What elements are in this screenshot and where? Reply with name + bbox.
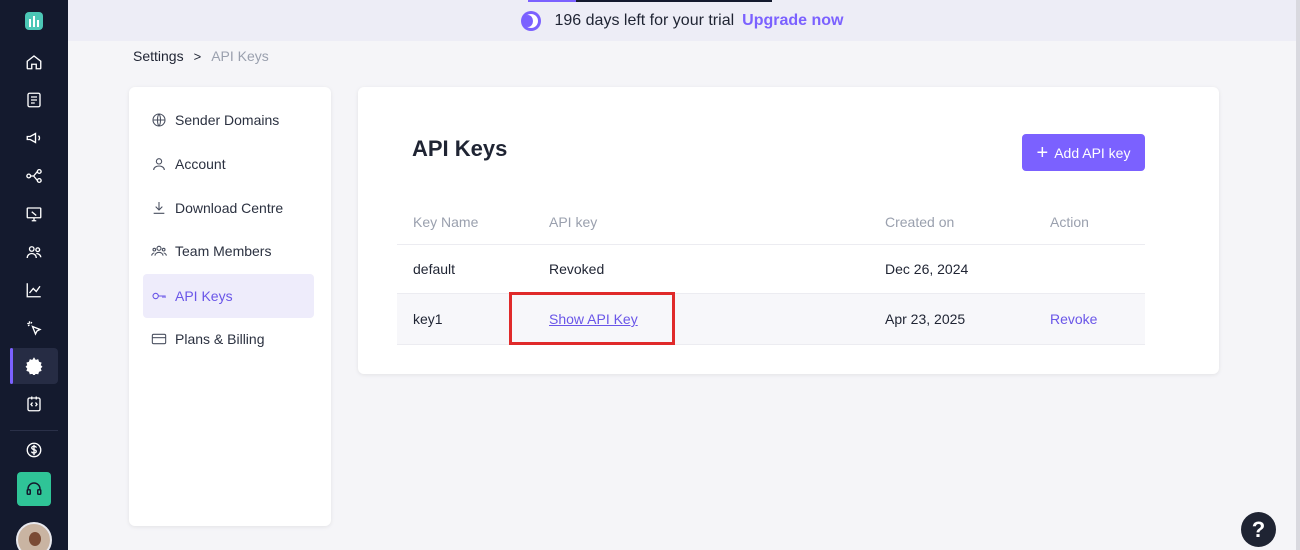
api-keys-card: API Keys + Add API key Key Name API key … bbox=[358, 87, 1219, 374]
home-icon bbox=[26, 55, 42, 70]
contacts-icon bbox=[26, 246, 42, 259]
table-header: Key Name API key Created on Action bbox=[397, 199, 1145, 245]
menu-item-plans-billing[interactable]: Plans & Billing bbox=[143, 317, 314, 361]
breadcrumb: Settings > API Keys bbox=[133, 48, 269, 64]
nav-divider bbox=[10, 430, 58, 431]
user-icon bbox=[153, 158, 165, 171]
table-row: default Revoked Dec 26, 2024 bbox=[397, 245, 1145, 294]
support-button[interactable] bbox=[17, 472, 51, 506]
column-created-on: Created on bbox=[885, 213, 955, 230]
add-api-key-button[interactable]: + Add API key bbox=[1022, 134, 1145, 171]
menu-item-api-keys[interactable]: API Keys bbox=[143, 274, 314, 318]
nav-contacts[interactable] bbox=[10, 234, 58, 270]
card-icon bbox=[151, 333, 167, 345]
nav-analytics[interactable] bbox=[10, 272, 58, 308]
nav-templates[interactable] bbox=[10, 82, 58, 118]
download-icon bbox=[153, 202, 165, 214]
user-avatar[interactable] bbox=[16, 522, 52, 550]
key-name-cell: key1 bbox=[413, 311, 443, 327]
team-icon bbox=[151, 245, 167, 256]
menu-item-label: Download Centre bbox=[175, 200, 284, 216]
plus-icon: + bbox=[1036, 141, 1049, 164]
menu-item-label: Sender Domains bbox=[175, 112, 280, 128]
help-button[interactable]: ? bbox=[1241, 512, 1276, 547]
settings-menu: Sender Domains Account Download Centre T… bbox=[129, 87, 331, 526]
click-icon bbox=[27, 321, 42, 336]
menu-item-download-centre[interactable]: Download Centre bbox=[143, 186, 314, 230]
nav-settings[interactable] bbox=[10, 348, 58, 384]
code-icon bbox=[27, 396, 41, 412]
api-key-status: Revoked bbox=[549, 261, 605, 277]
column-key-name: Key Name bbox=[413, 213, 479, 230]
add-api-key-label: Add API key bbox=[1054, 144, 1131, 161]
nav-developer[interactable] bbox=[10, 386, 58, 422]
nav-workflows[interactable] bbox=[10, 158, 58, 194]
left-navigation bbox=[0, 0, 68, 550]
key-icon bbox=[152, 292, 166, 300]
column-api-key: API key bbox=[549, 213, 598, 230]
document-icon bbox=[27, 92, 41, 108]
globe-icon bbox=[152, 113, 166, 127]
menu-item-label: Plans & Billing bbox=[175, 331, 265, 347]
trial-banner: 196 days left for your trial Upgrade now bbox=[68, 0, 1296, 41]
monitor-icon bbox=[26, 207, 42, 222]
highlight-box bbox=[509, 292, 675, 345]
nav-billing[interactable] bbox=[10, 432, 58, 468]
menu-item-label: API Keys bbox=[175, 288, 233, 304]
revoke-link[interactable]: Revoke bbox=[1050, 311, 1097, 327]
column-action: Action bbox=[1050, 213, 1089, 230]
nav-campaigns[interactable] bbox=[10, 120, 58, 156]
key-name-cell: default bbox=[413, 261, 456, 277]
table-row: key1 Show API Key Apr 23, 2025 Revoke bbox=[397, 292, 1145, 345]
moon-icon bbox=[520, 10, 541, 31]
trial-days-text: 196 days left for your trial bbox=[554, 11, 735, 29]
headset-icon bbox=[26, 482, 42, 495]
dollar-icon bbox=[26, 442, 42, 458]
breadcrumb-separator: > bbox=[193, 48, 202, 64]
workflow-icon bbox=[26, 168, 42, 184]
nav-home[interactable] bbox=[10, 44, 58, 80]
upgrade-now-link[interactable]: Upgrade now bbox=[742, 12, 843, 30]
api-keys-table: Key Name API key Created on Action defau… bbox=[397, 199, 1145, 345]
breadcrumb-settings[interactable]: Settings bbox=[133, 48, 184, 64]
menu-item-team-members[interactable]: Team Members bbox=[143, 229, 314, 273]
created-on-cell: Apr 23, 2025 bbox=[885, 311, 966, 327]
page-title: API Keys bbox=[412, 136, 508, 161]
analytics-icon bbox=[26, 283, 41, 298]
nav-tracking[interactable] bbox=[10, 310, 58, 346]
app-logo[interactable] bbox=[25, 12, 43, 30]
menu-item-account[interactable]: Account bbox=[143, 142, 314, 186]
nav-screens[interactable] bbox=[10, 196, 58, 232]
gear-icon bbox=[25, 357, 43, 375]
banner-progress-bar bbox=[528, 0, 772, 2]
menu-item-sender-domains[interactable]: Sender Domains bbox=[143, 98, 314, 142]
megaphone-icon bbox=[26, 132, 41, 144]
page-scrollbar[interactable] bbox=[1296, 0, 1300, 550]
created-on-cell: Dec 26, 2024 bbox=[885, 261, 969, 277]
breadcrumb-current: API Keys bbox=[211, 48, 269, 64]
menu-item-label: Account bbox=[175, 156, 226, 172]
menu-item-label: Team Members bbox=[175, 243, 272, 259]
